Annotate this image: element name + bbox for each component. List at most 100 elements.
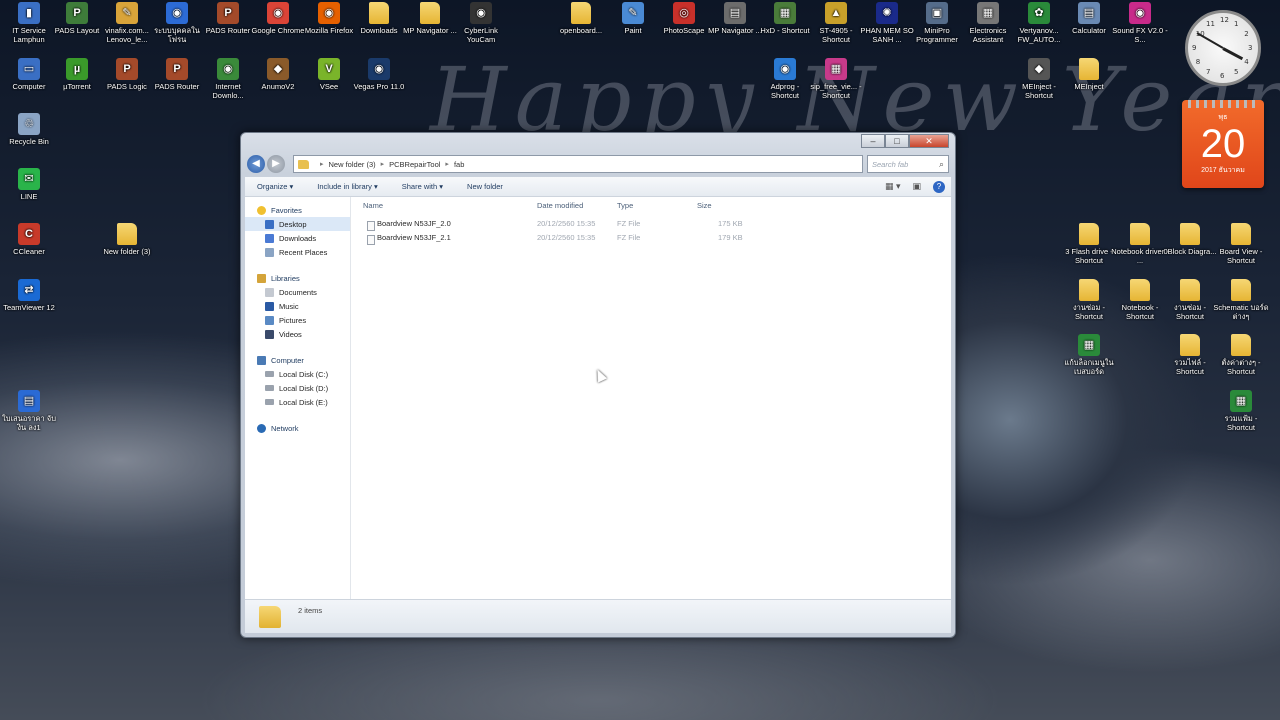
desktop-icon-label: PADS Router bbox=[154, 82, 200, 91]
app-icon: ✎ bbox=[116, 2, 138, 24]
change-view-button[interactable]: ▦ ▾ bbox=[885, 181, 901, 192]
pictures-icon bbox=[265, 315, 274, 325]
file-row[interactable]: Boardview N53JF_2.0 20/12/2560 15:35 FZ … bbox=[363, 219, 951, 233]
desktop-icon-21[interactable]: ◉ Sound FX V2.0 - S... bbox=[1111, 2, 1169, 44]
search-input[interactable]: Search fab ⌕ bbox=[867, 155, 949, 173]
back-button[interactable]: ◀ bbox=[247, 155, 265, 173]
desktop-icon-36[interactable]: C CCleaner bbox=[0, 223, 58, 256]
desktop-icon-9[interactable]: ◉ CyberLink YouCam bbox=[452, 2, 510, 44]
breadcrumb-fab[interactable]: fab bbox=[454, 160, 464, 169]
app-icon: µ bbox=[66, 58, 88, 80]
calendar-gadget[interactable]: พุธ 20 2017 ธันวาคม bbox=[1182, 100, 1264, 188]
desktop-icon-label: งานซ่อม - Shortcut bbox=[1173, 303, 1207, 321]
desktop-icon-41[interactable]: 0Block Diagra... bbox=[1161, 223, 1219, 256]
breadcrumb-new-folder-3[interactable]: New folder (3) bbox=[329, 160, 376, 169]
nav-local-disk-d[interactable]: Local Disk (D:) bbox=[245, 381, 350, 395]
desktop-icon-12[interactable]: ◎ PhotoScape bbox=[655, 2, 713, 35]
nav-documents[interactable]: Documents bbox=[245, 285, 350, 299]
desktop-icon-27[interactable]: ◆ AnumoV2 bbox=[249, 58, 307, 91]
nav-local-disk-c[interactable]: Local Disk (C:) bbox=[245, 367, 350, 381]
nav-recent-places[interactable]: Recent Places bbox=[245, 245, 350, 259]
desktop-icon-34[interactable]: ♲ Recycle Bin bbox=[0, 113, 58, 146]
close-button[interactable]: ✕ bbox=[909, 134, 949, 148]
desktop-icon-49[interactable]: ตั้งค่าต่างๆ - Shortcut bbox=[1212, 334, 1270, 376]
desktop-icon-18[interactable]: ▦ Electronics Assistant bbox=[959, 2, 1017, 44]
desktop-icon-46[interactable]: Schematic บอร์ดต่างๆ bbox=[1212, 279, 1270, 321]
desktop-icon-42[interactable]: Board View - Shortcut bbox=[1212, 223, 1270, 265]
nav-videos[interactable]: Videos bbox=[245, 327, 350, 341]
folder-icon bbox=[298, 159, 309, 169]
organize-button[interactable]: Organize ▾ bbox=[245, 182, 305, 191]
desktop-icon-35[interactable]: ✉ LINE bbox=[0, 168, 58, 201]
file-date: 20/12/2560 15:35 bbox=[537, 219, 596, 228]
nav-local-disk-e[interactable]: Local Disk (E:) bbox=[245, 395, 350, 409]
preview-pane-button[interactable]: ▣ bbox=[912, 181, 921, 192]
new-folder-button[interactable]: New folder bbox=[455, 182, 515, 191]
app-icon: V bbox=[318, 58, 340, 80]
calendar-day: 20 bbox=[1200, 122, 1246, 166]
app-icon: P bbox=[217, 2, 239, 24]
column-date-modified[interactable]: Date modified bbox=[537, 201, 583, 210]
breadcrumb-pcbrepairtool[interactable]: PCBRepairTool bbox=[389, 160, 440, 169]
desktop-icon-38[interactable]: ⇄ TeamViewer 12 bbox=[0, 279, 58, 312]
desktop-icon-33[interactable]: MEInject bbox=[1060, 58, 1118, 91]
file-row[interactable]: Boardview N53JF_2.1 20/12/2560 15:35 FZ … bbox=[363, 233, 951, 247]
desktop-icon-29[interactable]: ◉ Vegas Pro 11.0 bbox=[350, 58, 408, 91]
desktop-icon-14[interactable]: ▦ HxD - Shortcut bbox=[756, 2, 814, 35]
share-with-button[interactable]: Share with ▾ bbox=[390, 182, 455, 191]
desktop-icon-43[interactable]: งานซ่อม - Shortcut bbox=[1060, 279, 1118, 321]
desktop-icon-label: Recycle Bin bbox=[9, 137, 49, 146]
column-type[interactable]: Type bbox=[617, 201, 633, 210]
nav-desktop[interactable]: Desktop bbox=[245, 217, 350, 231]
column-name[interactable]: Name bbox=[363, 201, 383, 210]
folder-icon bbox=[259, 606, 281, 628]
desktop-icon-45[interactable]: งานซ่อม - Shortcut bbox=[1161, 279, 1219, 321]
clock-gadget[interactable]: 121234567891011 bbox=[1185, 10, 1261, 86]
desktop-icon-30[interactable]: ◉ Adprog - Shortcut bbox=[756, 58, 814, 100]
disk-icon bbox=[265, 399, 274, 405]
desktop-icon-5[interactable]: ◉ Google Chrome bbox=[249, 2, 307, 35]
include-in-library-button[interactable]: Include in library ▾ bbox=[305, 182, 389, 191]
desktop-icon-label: ระบบบุคคลใน โฟรน bbox=[154, 26, 200, 44]
desktop-icon-47[interactable]: ▦ แก้บล็อกเมนูใน เบสบอร์ด bbox=[1060, 334, 1118, 376]
nav-libraries[interactable]: Libraries bbox=[245, 271, 350, 285]
network-icon bbox=[257, 423, 266, 433]
desktop-icon-label: Schematic บอร์ดต่างๆ bbox=[1213, 303, 1269, 321]
column-size[interactable]: Size bbox=[697, 201, 712, 210]
desktop-icon-17[interactable]: ▣ MiniPro Programmer bbox=[908, 2, 966, 44]
folder-icon bbox=[1231, 334, 1251, 356]
file-size: 175 KB bbox=[718, 219, 743, 228]
clock-number: 7 bbox=[1206, 68, 1211, 77]
maximize-button[interactable]: □ bbox=[885, 134, 909, 148]
desktop-icon-20[interactable]: ▤ Calculator bbox=[1060, 2, 1118, 35]
forward-button[interactable]: ▶ bbox=[267, 155, 285, 173]
desktop-icon-51[interactable]: ▦ รวมแฟ้ม - Shortcut bbox=[1212, 390, 1270, 432]
nav-group-favorites: Favorites Desktop Downloads Recent Place… bbox=[245, 203, 350, 259]
desktop-icon-10[interactable]: openboard... bbox=[552, 2, 610, 35]
minimize-button[interactable]: – bbox=[861, 134, 885, 148]
disk-icon bbox=[265, 371, 274, 377]
desktop-icon-37[interactable]: New folder (3) bbox=[98, 223, 156, 256]
desktop-icon-11[interactable]: ✎ Paint bbox=[604, 2, 662, 35]
desktop-icon-3[interactable]: ◉ ระบบบุคคลใน โฟรน bbox=[148, 2, 206, 44]
app-icon: ◉ bbox=[217, 58, 239, 80]
desktop-icon-8[interactable]: MP Navigator ... bbox=[401, 2, 459, 35]
nav-network[interactable]: Network bbox=[245, 421, 350, 435]
nav-favorites[interactable]: Favorites bbox=[245, 203, 350, 217]
address-bar[interactable]: ▸ New folder (3) ▸ PCBRepairTool ▸ fab bbox=[293, 155, 863, 173]
nav-computer[interactable]: Computer bbox=[245, 353, 350, 367]
nav-music[interactable]: Music bbox=[245, 299, 350, 313]
desktop-icon-48[interactable]: รวมไฟล์ - Shortcut bbox=[1161, 334, 1219, 376]
desktop-icon-label: MiniPro Programmer bbox=[916, 26, 958, 44]
nav-pictures[interactable]: Pictures bbox=[245, 313, 350, 327]
nav-downloads[interactable]: Downloads bbox=[245, 231, 350, 245]
help-button[interactable]: ? bbox=[933, 180, 945, 193]
desktop-icon-39[interactable]: 3 Flash drive - Shortcut bbox=[1060, 223, 1118, 265]
desktop-icon-15[interactable]: ▲ ST-4905 - Shortcut bbox=[807, 2, 865, 44]
desktop-icon-25[interactable]: P PADS Router bbox=[148, 58, 206, 91]
desktop-icon-label: 3 Flash drive - Shortcut bbox=[1065, 247, 1113, 265]
desktop-icon-7[interactable]: Downloads bbox=[350, 2, 408, 35]
desktop-icon-50[interactable]: ▤ ใบเสนอราคา จับงิน ลง1 bbox=[0, 390, 58, 432]
folder-icon bbox=[420, 2, 440, 24]
desktop-icon-31[interactable]: ▦ sip_free_vie... - Shortcut bbox=[807, 58, 865, 100]
